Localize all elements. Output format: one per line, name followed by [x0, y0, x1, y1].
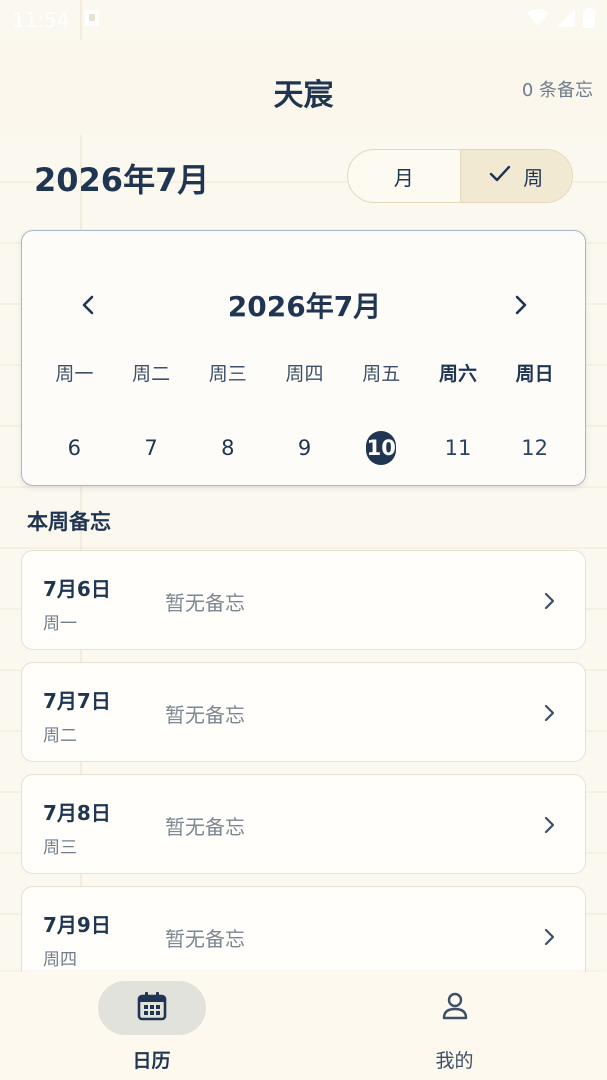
signal-icon: [557, 8, 575, 32]
memo-empty-text: 暂无备忘: [165, 703, 245, 727]
wifi-icon: [527, 8, 549, 32]
weekday-label: 周六: [438, 363, 477, 385]
chevron-right-icon: [539, 589, 559, 613]
weekday-row: 周一 周二 周三 周四 周五 周六 周日: [36, 359, 573, 386]
chevron-right-icon: [539, 925, 559, 949]
date-number: 11: [444, 436, 472, 460]
nav-profile[interactable]: 我的: [303, 972, 606, 1080]
nav-calendar-label: 日历: [132, 1050, 171, 1072]
chevron-right-icon: [539, 701, 559, 725]
nav-active-indicator: [98, 981, 206, 1035]
memo-weekday: 周四: [43, 950, 77, 970]
memo-day-card[interactable]: 7月6日 周一 暂无备忘: [21, 550, 586, 650]
date-cell[interactable]: 9: [266, 431, 343, 469]
nav-icon-wrap: [401, 981, 509, 1035]
weekday-label: 周二: [132, 363, 171, 385]
calendar-title: 2026年7月: [227, 290, 382, 323]
memo-day-card[interactable]: 7月7日 周二 暂无备忘: [21, 662, 586, 762]
section-title: 本周备忘: [27, 510, 111, 534]
week-calendar-card: 2026年7月 周一 周二 周三 周四 周五 周六 周日 6 7 8 9 10 …: [21, 230, 586, 486]
chevron-right-icon: [514, 294, 528, 320]
date-number: 8: [221, 436, 235, 460]
calendar-icon: [136, 990, 168, 1026]
week-view-label: 周: [523, 165, 544, 190]
memo-day-card[interactable]: 7月8日 周三 暂无备忘: [21, 774, 586, 874]
date-row: 6 7 8 9 10 11 12: [36, 431, 573, 469]
chevron-left-icon: [81, 294, 95, 320]
app-title: 天宸: [273, 78, 334, 113]
memo-weekday: 周二: [43, 726, 77, 746]
date-number: 7: [144, 436, 158, 460]
chevron-right-icon: [539, 813, 559, 837]
weekday-label: 周五: [362, 363, 401, 385]
memo-empty-text: 暂无备忘: [165, 591, 245, 615]
memo-empty-text: 暂无备忘: [165, 815, 245, 839]
status-time: 11:54: [12, 8, 70, 32]
memo-date: 7月9日: [43, 913, 111, 937]
next-week-button[interactable]: [505, 291, 537, 323]
memo-weekday: 周一: [43, 614, 77, 634]
calendar-nav: 2026年7月: [22, 287, 587, 327]
date-number: 12: [521, 436, 549, 460]
view-toggle: 月 周: [347, 149, 573, 203]
weekday-label: 周三: [208, 363, 247, 385]
date-number: 9: [297, 436, 312, 460]
battery-icon: [583, 7, 595, 33]
date-cell[interactable]: 7: [113, 431, 190, 469]
prev-week-button[interactable]: [72, 291, 104, 323]
month-view-label: 月: [393, 165, 414, 190]
date-cell-today[interactable]: 10: [343, 431, 420, 469]
nav-calendar[interactable]: 日历: [0, 972, 303, 1080]
nav-profile-label: 我的: [435, 1050, 474, 1072]
app-header: 天宸 0 条备忘: [0, 40, 607, 135]
memo-date: 7月7日: [43, 689, 111, 713]
date-cell[interactable]: 8: [189, 431, 266, 469]
memo-weekday: 周三: [43, 838, 77, 858]
memo-date: 7月6日: [43, 577, 111, 601]
memo-date: 7月8日: [43, 801, 111, 825]
weekday-label: 周一: [55, 363, 94, 385]
date-number: 6: [67, 436, 82, 460]
month-heading: 2026年7月: [34, 161, 210, 199]
status-bar: 11:54: [0, 0, 607, 40]
month-view-button[interactable]: 月: [348, 150, 460, 202]
memo-day-card[interactable]: 7月9日 周四 暂无备忘: [21, 886, 586, 986]
check-icon: [489, 164, 511, 188]
memo-empty-text: 暂无备忘: [165, 927, 245, 951]
memo-count: 0 条备忘: [521, 80, 593, 101]
date-cell[interactable]: 11: [420, 431, 497, 469]
bottom-nav: 日历 我的: [0, 972, 607, 1080]
weekday-label: 周日: [515, 363, 554, 385]
date-cell[interactable]: 6: [36, 431, 113, 469]
date-number: 10: [366, 431, 397, 465]
person-icon: [439, 990, 471, 1026]
weekday-label: 周四: [285, 363, 324, 385]
week-view-button[interactable]: 周: [459, 150, 572, 202]
date-cell[interactable]: 12: [496, 431, 573, 469]
notification-icon: [84, 8, 100, 32]
